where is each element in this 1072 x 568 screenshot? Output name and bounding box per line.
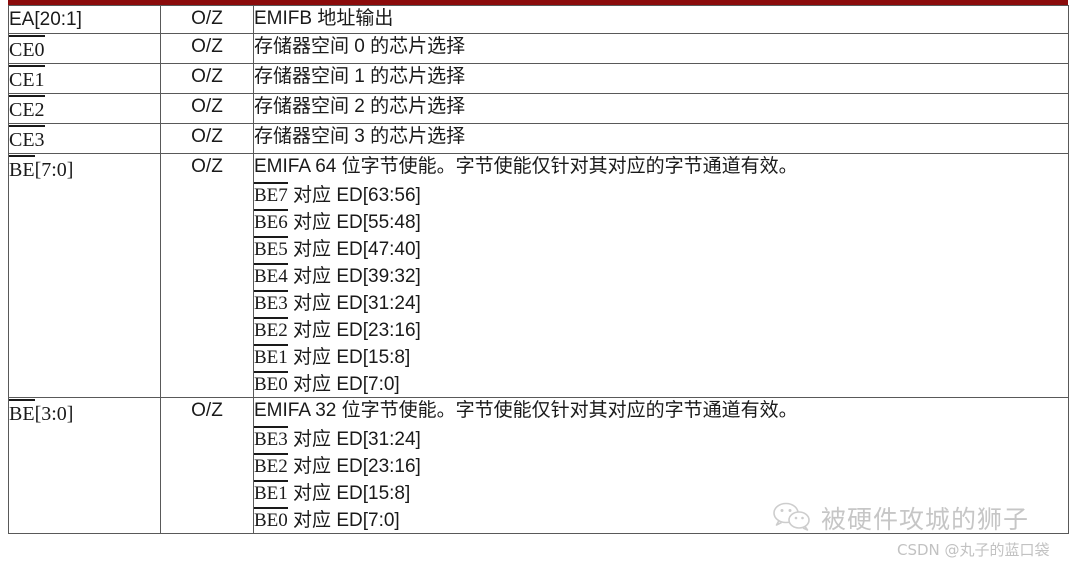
description-text: EMIFB 地址输出 xyxy=(254,8,394,29)
byte-enable-mapping-list: BE3 对应 ED[31:24] BE2 对应 ED[23:16] BE1 对应 E… xyxy=(254,425,1068,533)
list-item: BE3 对应 ED[31:24] xyxy=(254,425,1068,452)
mapping-text: 对应 ED[15:8] xyxy=(287,347,411,368)
signal-name-cell: EA[20:1] xyxy=(8,5,161,34)
mapping-text: 对应 ED[7:0] xyxy=(287,510,400,531)
signal-description-cell: EMIFB 地址输出 xyxy=(253,5,1069,34)
signal-name-cell: CE0 xyxy=(8,33,161,64)
signal-description-cell: 存储器空间 2 的芯片选择 xyxy=(253,93,1069,124)
signal-name-text: EA[20:1] xyxy=(9,9,82,30)
signal-description-cell: EMIFA 64 位字节使能。字节使能仅针对其对应的字节通道有效。 BE7 对应 … xyxy=(253,153,1069,398)
signal-name-cell: CE2 xyxy=(8,93,161,124)
description-text: 存储器空间 3 的芯片选择 xyxy=(254,126,466,147)
signal-description-cell: 存储器空间 0 的芯片选择 xyxy=(253,33,1069,64)
signal-name-text: [7:0] xyxy=(34,159,74,181)
overline-signal-name: CE1 xyxy=(9,64,45,93)
signal-name-text: [3:0] xyxy=(34,403,74,425)
list-item: BE4 对应 ED[39:32] xyxy=(254,262,1068,289)
overline-signal-name: BE0 xyxy=(254,370,288,397)
signal-type-cell: O/Z xyxy=(160,33,254,64)
signal-name-cell: BE[7:0] xyxy=(8,153,161,398)
overline-signal-name: CE3 xyxy=(9,124,45,153)
list-item: BE2 对应 ED[23:16] xyxy=(254,452,1068,479)
description-text: EMIFA 32 位字节使能。字节使能仅针对其对应的字节通道有效。 xyxy=(254,400,798,421)
signal-type-cell: O/Z xyxy=(160,63,254,94)
list-item: BE7 对应 ED[63:56] xyxy=(254,181,1068,208)
signal-description-cell: 存储器空间 3 的芯片选择 xyxy=(253,123,1069,154)
overline-signal-name: BE2 xyxy=(254,452,288,479)
list-item: BE1 对应 ED[15:8] xyxy=(254,479,1068,506)
mapping-text: 对应 ED[31:24] xyxy=(287,429,421,450)
list-item: BE0 对应 ED[7:0] xyxy=(254,506,1068,533)
overline-signal-name: BE0 xyxy=(254,506,288,533)
signal-name-cell: CE3 xyxy=(8,123,161,154)
signal-type-cell: O/Z xyxy=(160,397,254,534)
list-item: BE2 对应 ED[23:16] xyxy=(254,316,1068,343)
byte-enable-mapping-list: BE7 对应 ED[63:56] BE6 对应 ED[55:48] BE5 对应 E… xyxy=(254,181,1068,397)
mapping-text: 对应 ED[23:16] xyxy=(287,456,421,477)
mapping-text: 对应 ED[39:32] xyxy=(287,266,421,287)
mapping-text: 对应 ED[15:8] xyxy=(287,483,411,504)
overline-signal-name: BE6 xyxy=(254,208,288,235)
signal-type-cell: O/Z xyxy=(160,93,254,124)
csdn-watermark: CSDN @丸子的蓝口袋 xyxy=(897,541,1050,559)
overline-signal-name: CE0 xyxy=(9,34,45,63)
signal-table-container: EA[20:1] O/Z EMIFB 地址输出 CE0 O/Z 存储器空间 0 的芯片选择… xyxy=(8,5,1069,534)
mapping-text: 对应 ED[31:24] xyxy=(287,293,421,314)
signal-description-table: EA[20:1] O/Z EMIFB 地址输出 CE0 O/Z 存储器空间 0 的芯片选择… xyxy=(8,5,1069,534)
description-text: 存储器空间 2 的芯片选择 xyxy=(254,96,466,117)
mapping-text: 对应 ED[55:48] xyxy=(287,212,421,233)
overline-signal-name: BE3 xyxy=(254,425,288,452)
description-text: EMIFA 64 位字节使能。字节使能仅针对其对应的字节通道有效。 xyxy=(254,156,798,177)
table-row: BE[7:0] O/Z EMIFA 64 位字节使能。字节使能仅针对其对应的字节通道… xyxy=(8,153,1069,398)
signal-name-cell: BE[3:0] xyxy=(8,397,161,534)
table-row: BE[3:0] O/Z EMIFA 32 位字节使能。字节使能仅针对其对应的字节通道… xyxy=(8,397,1069,534)
overline-signal-name: BE5 xyxy=(254,235,288,262)
signal-description-cell: 存储器空间 1 的芯片选择 xyxy=(253,63,1069,94)
table-row: CE2 O/Z 存储器空间 2 的芯片选择 xyxy=(8,93,1069,124)
overline-signal-name: BE xyxy=(9,154,35,183)
signal-name-cell: CE1 xyxy=(8,63,161,94)
signal-type-cell: O/Z xyxy=(160,153,254,398)
table-row: CE3 O/Z 存储器空间 3 的芯片选择 xyxy=(8,123,1069,154)
overline-signal-name: BE7 xyxy=(254,181,288,208)
table-body: EA[20:1] O/Z EMIFB 地址输出 CE0 O/Z 存储器空间 0 的芯片选择… xyxy=(8,5,1069,534)
signal-description-cell: EMIFA 32 位字节使能。字节使能仅针对其对应的字节通道有效。 BE3 对应 … xyxy=(253,397,1069,534)
overline-signal-name: BE4 xyxy=(254,262,288,289)
overline-signal-name: BE1 xyxy=(254,343,288,370)
mapping-text: 对应 ED[47:40] xyxy=(287,239,421,260)
list-item: BE6 对应 ED[55:48] xyxy=(254,208,1068,235)
overline-signal-name: BE xyxy=(9,398,35,427)
description-text: 存储器空间 1 的芯片选择 xyxy=(254,66,466,87)
list-item: BE0 对应 ED[7:0] xyxy=(254,370,1068,397)
list-item: BE5 对应 ED[47:40] xyxy=(254,235,1068,262)
table-row: EA[20:1] O/Z EMIFB 地址输出 xyxy=(8,5,1069,34)
table-row: CE1 O/Z 存储器空间 1 的芯片选择 xyxy=(8,63,1069,94)
description-text: 存储器空间 0 的芯片选择 xyxy=(254,36,466,57)
signal-type-cell: O/Z xyxy=(160,123,254,154)
mapping-text: 对应 ED[63:56] xyxy=(287,185,421,206)
overline-signal-name: CE2 xyxy=(9,94,45,123)
overline-signal-name: BE1 xyxy=(254,479,288,506)
overline-signal-name: BE2 xyxy=(254,316,288,343)
signal-type-cell: O/Z xyxy=(160,5,254,34)
table-row: CE0 O/Z 存储器空间 0 的芯片选择 xyxy=(8,33,1069,64)
mapping-text: 对应 ED[7:0] xyxy=(287,374,400,395)
overline-signal-name: BE3 xyxy=(254,289,288,316)
list-item: BE3 对应 ED[31:24] xyxy=(254,289,1068,316)
list-item: BE1 对应 ED[15:8] xyxy=(254,343,1068,370)
mapping-text: 对应 ED[23:16] xyxy=(287,320,421,341)
